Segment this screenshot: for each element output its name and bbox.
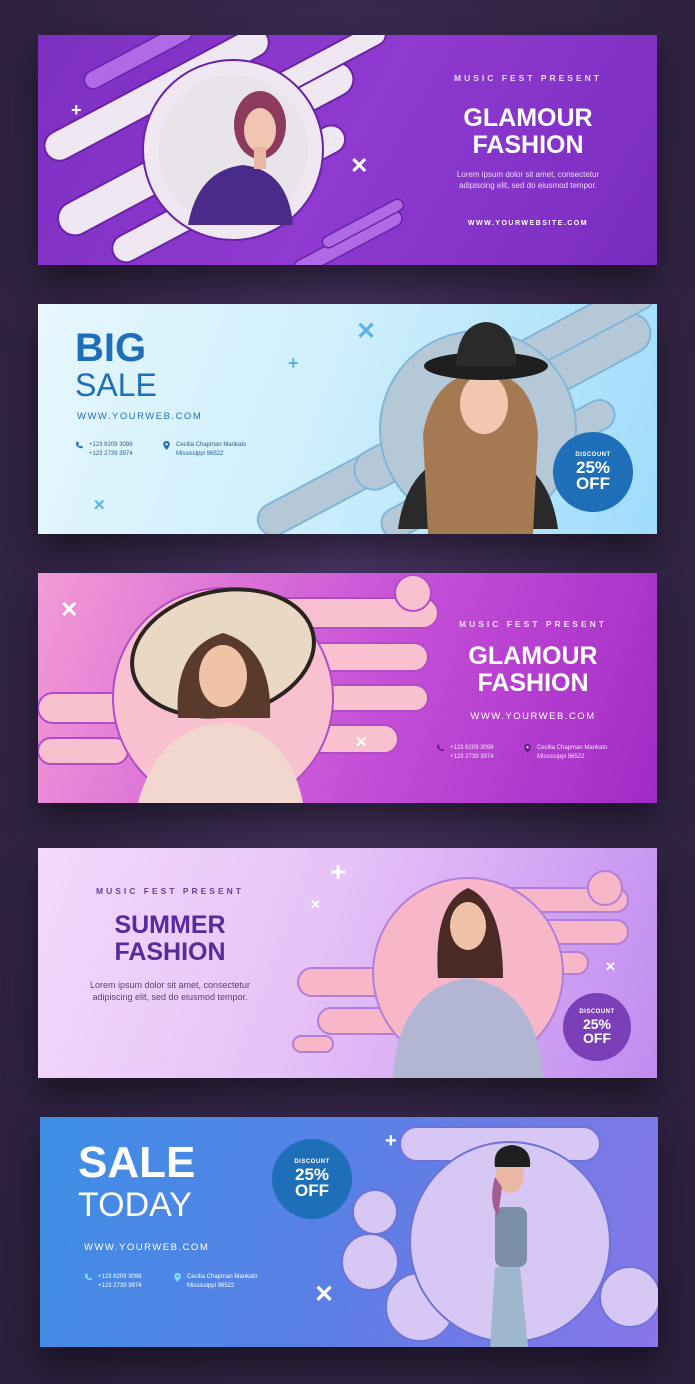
phone-contact: +123 8209 3098 +123 2739 3974 [84,1273,142,1290]
address-line-1: Cecilia Chapman Mankato [187,1274,258,1280]
phone-number-1: +123 8209 3098 [98,1274,142,1280]
title-line-1: BIG [75,326,147,370]
body-line-1: Lorem ipsum dolor sit amet, consectetur [456,170,600,179]
banner-sale-today-blue: + ✕ SALE TODAY WWW.YOURWEB.COM +123 8209… [40,1117,658,1347]
website-link[interactable]: WWW.YOURWEB.COM [438,711,628,722]
banner-title: SUMMER FASHION [78,912,262,966]
address-contact: Cecilia Chapman Mankato Mississippi 96522 [524,744,607,761]
title-line-1: SUMMER [114,911,226,939]
body-copy: Lorem ipsum dolor sit amet, consectetur … [433,169,623,191]
address-line-1: Cecilia Chapman Mankato [537,745,608,751]
phone-contact: +123 8209 3098 +123 2739 3974 [436,744,494,761]
banner-glamour-fashion-purple: + ✕ MUSIC FEST PRESENT GLAMOUR FASHION L… [38,35,657,265]
title-line-1: SALE [78,1138,196,1187]
address-contact: Cecilia Chapman Mankato Mississippi 96522 [174,1273,257,1290]
badge-off: OFF [576,474,610,493]
location-pin-icon [174,1273,181,1282]
title-line-2: FASHION [472,131,584,159]
body-line-2: adipiscing elit, sed do eiusmod tempor. [92,992,248,1002]
discount-badge: DISCOUNT 25% OFF [553,432,633,512]
title-line-2: SALE [75,367,157,403]
cross-icon: ✕ [93,497,106,514]
address-line-2: Mississippi 96522 [187,1282,235,1289]
address-line-2: Mississippi 96522 [537,753,585,760]
banner-title: GLAMOUR FASHION [438,643,628,697]
cross-icon: ✕ [60,597,79,622]
badge-off: OFF [295,1181,329,1200]
plus-icon: + [71,100,82,120]
phone-number-1: +123 8209 3098 [89,442,133,448]
body-line-2: adipiscing elit, sed do eiusmod tempor. [459,181,597,190]
badge-off: OFF [583,1030,611,1046]
kicker: MUSIC FEST PRESENT [459,619,607,629]
cross-icon: ✕ [314,1281,335,1308]
phone-number-2: +123 2739 3974 [89,450,133,457]
kicker: MUSIC FEST PRESENT [96,886,244,896]
plus-icon: + [330,856,347,887]
website-link[interactable]: WWW.YOURWEB.COM [84,1242,209,1253]
badge-percent: 25% [582,1016,612,1032]
address-contact: Cecilia Chapman Mankato Mississippi 96522 [163,441,246,458]
location-pin-icon [524,744,531,753]
banner-title: GLAMOUR FASHION [433,105,623,159]
kicker: MUSIC FEST PRESENT [454,73,602,83]
title-line-2: FASHION [477,669,589,697]
phone-number-2: +123 2739 3974 [98,1282,142,1289]
title-line-2: TODAY [78,1186,192,1224]
cross-icon: ✕ [310,897,321,912]
model-photo [158,75,308,225]
banner-glamour-fashion-pink: ✕ ✕ MUSIC FEST PRESENT GLAMOUR FASHION W… [38,573,657,803]
cross-icon: ✕ [355,734,368,751]
plus-icon: + [288,353,299,373]
phone-contact: +123 8209 3098 +123 2739 3974 [75,441,133,458]
discount-badge: DISCOUNT 25% OFF [272,1139,352,1219]
website-link[interactable]: WWW.YOURWEBSITE.COM [433,220,623,227]
phone-icon [84,1273,92,1281]
phone-number-2: +123 2739 3974 [450,753,494,760]
phone-number-1: +123 8209 3098 [450,745,494,751]
address-line-1: Cecilia Chapman Mankato [176,442,247,448]
phone-icon [436,744,444,752]
cross-icon: ✕ [605,959,616,974]
website-link[interactable]: WWW.YOURWEB.COM [77,411,202,422]
badge-label: DISCOUNT [579,1009,615,1015]
cross-icon: ✕ [356,318,377,345]
title-line-2: FASHION [114,938,226,966]
title-line-1: GLAMOUR [468,642,598,670]
location-pin-icon [163,441,170,450]
address-line-2: Mississippi 96522 [176,450,224,457]
body-line-1: Lorem ipsum dolor sit amet, consectetur [89,980,251,990]
body-copy: Lorem ipsum dolor sit amet, consectetur … [68,979,272,1003]
banner-summer-fashion-lavender: + ✕ ✕ MUSIC FEST PRESENT SUMMER FASHION … [38,848,657,1078]
title-line-1: GLAMOUR [463,104,593,132]
discount-badge: DISCOUNT 25% OFF [563,993,631,1061]
cross-icon: ✕ [350,153,369,178]
plus-icon: + [385,1130,397,1152]
phone-icon [75,441,83,449]
banner-big-sale-blue: ✕ + ✕ BIG SALE WWW.YOURWEB.COM +123 8209… [38,304,657,534]
